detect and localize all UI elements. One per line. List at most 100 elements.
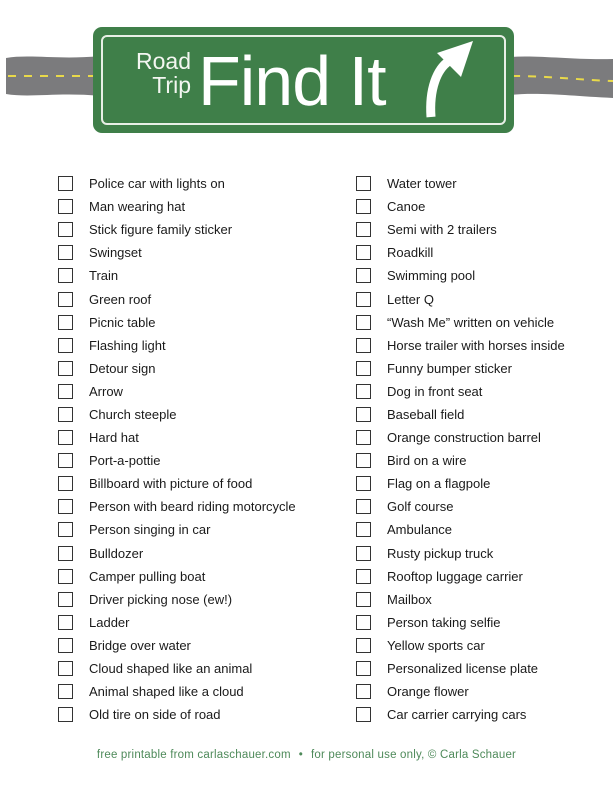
checklist-item: Roadkill [356, 241, 565, 264]
checklist-item: Baseball field [356, 403, 565, 426]
checklist-item: Police car with lights on [58, 172, 296, 195]
checkbox[interactable] [58, 360, 73, 376]
checklist-item-label: Semi with 2 trailers [387, 222, 497, 238]
checkbox[interactable] [58, 383, 73, 399]
checkbox[interactable] [58, 707, 73, 723]
checkbox[interactable] [356, 661, 371, 677]
checkbox[interactable] [58, 545, 73, 561]
checkbox[interactable] [356, 684, 371, 700]
checkbox[interactable] [58, 568, 73, 584]
checklist-item: Ladder [58, 611, 296, 634]
checklist-item-label: Arrow [89, 383, 123, 399]
checkbox[interactable] [356, 245, 371, 261]
checkbox[interactable] [356, 406, 371, 422]
checklist-item: Cloud shaped like an animal [58, 657, 296, 680]
checkbox[interactable] [58, 176, 73, 192]
checkbox[interactable] [58, 614, 73, 630]
checkbox[interactable] [58, 268, 73, 284]
checklist-item-label: Funny bumper sticker [387, 360, 512, 376]
checklist-item: Yellow sports car [356, 634, 565, 657]
checklist-item: Funny bumper sticker [356, 357, 565, 380]
checklist-item-label: Swingset [89, 245, 142, 261]
checklist-item-label: Dog in front seat [387, 383, 483, 399]
checklist-item-label: Picnic table [89, 314, 156, 330]
checkbox[interactable] [58, 661, 73, 677]
checkbox[interactable] [58, 291, 73, 307]
checkbox[interactable] [356, 360, 371, 376]
checkbox[interactable] [58, 453, 73, 469]
checklist-item-label: Mailbox [387, 591, 432, 607]
checkbox[interactable] [58, 406, 73, 422]
road-left-icon [6, 56, 100, 96]
checklist-item-label: “Wash Me” written on vehicle [387, 314, 555, 330]
checklist-item-label: Rooftop luggage carrier [387, 568, 523, 584]
checkbox[interactable] [58, 245, 73, 261]
checklist-item: Detour sign [58, 357, 296, 380]
checkbox[interactable] [58, 337, 73, 353]
checkbox[interactable] [356, 314, 371, 330]
checkbox[interactable] [356, 176, 371, 192]
checkbox[interactable] [58, 476, 73, 492]
checklist-item-label: Person singing in car [89, 522, 211, 538]
checkbox[interactable] [356, 453, 371, 469]
checklist-item: Person singing in car [58, 518, 296, 541]
checkbox[interactable] [356, 337, 371, 353]
checklist-item: “Wash Me” written on vehicle [356, 311, 565, 334]
checklist-item: Rooftop luggage carrier [356, 565, 565, 588]
checklist-item: Letter Q [356, 287, 565, 310]
checkbox[interactable] [356, 568, 371, 584]
checkbox[interactable] [356, 637, 371, 653]
checkbox[interactable] [58, 314, 73, 330]
checklist-item: Personalized license plate [356, 657, 565, 680]
checklist-item: Dog in front seat [356, 380, 565, 403]
checklist-item-label: Horse trailer with horses inside [387, 337, 565, 353]
checklist-item-label: Detour sign [89, 360, 156, 376]
checkbox[interactable] [356, 614, 371, 630]
checkbox[interactable] [58, 522, 73, 538]
sign-subtitle-line1: Road [136, 48, 191, 74]
checklist-item-label: Orange flower [387, 684, 469, 700]
checklist-item-label: Animal shaped like a cloud [89, 684, 244, 700]
checklist-item: Driver picking nose (ew!) [58, 588, 296, 611]
checklist-item: Bird on a wire [356, 449, 565, 472]
checkbox[interactable] [58, 637, 73, 653]
checkbox[interactable] [356, 591, 371, 607]
checkbox[interactable] [356, 545, 371, 561]
checkbox[interactable] [356, 268, 371, 284]
checklist-item: Car carrier carrying cars [356, 703, 565, 726]
checklist-item-label: Swimming pool [387, 268, 476, 284]
checkbox[interactable] [356, 291, 371, 307]
checklist-item: Golf course [356, 495, 565, 518]
checklist-item: Arrow [58, 380, 296, 403]
checklist-item-label: Hard hat [89, 430, 139, 446]
checklist-item: Orange flower [356, 680, 565, 703]
checklist-right-column: Water tower Canoe Semi with 2 trailers Road… [356, 172, 565, 726]
footer-separator: • [298, 749, 303, 761]
checklist-item-label: Canoe [387, 199, 426, 215]
checkbox[interactable] [356, 522, 371, 538]
checkbox[interactable] [356, 476, 371, 492]
checkbox[interactable] [356, 199, 371, 215]
page-title: Find It [198, 42, 387, 120]
checkbox[interactable] [356, 707, 371, 723]
checklist-item: Man wearing hat [58, 195, 296, 218]
checklist-item-label: Green roof [89, 291, 152, 307]
checkbox[interactable] [58, 684, 73, 700]
checkbox[interactable] [356, 430, 371, 446]
checklist-item: Semi with 2 trailers [356, 218, 565, 241]
checkbox[interactable] [356, 222, 371, 238]
checkbox[interactable] [356, 383, 371, 399]
checkbox[interactable] [58, 430, 73, 446]
checklist-item-label: Driver picking nose (ew!) [89, 591, 233, 607]
checkbox[interactable] [58, 222, 73, 238]
checklist-item: Horse trailer with horses inside [356, 334, 565, 357]
checklist-item: Church steeple [58, 403, 296, 426]
checklist-item: Orange construction barrel [356, 426, 565, 449]
checklist-item-label: Rusty pickup truck [387, 545, 494, 561]
checkbox[interactable] [58, 199, 73, 215]
checkbox[interactable] [58, 499, 73, 515]
checkbox[interactable] [356, 499, 371, 515]
checklist-item-label: Bulldozer [89, 545, 144, 561]
checkbox[interactable] [58, 591, 73, 607]
checklist-item-label: Person with beard riding motorcycle [89, 499, 296, 515]
